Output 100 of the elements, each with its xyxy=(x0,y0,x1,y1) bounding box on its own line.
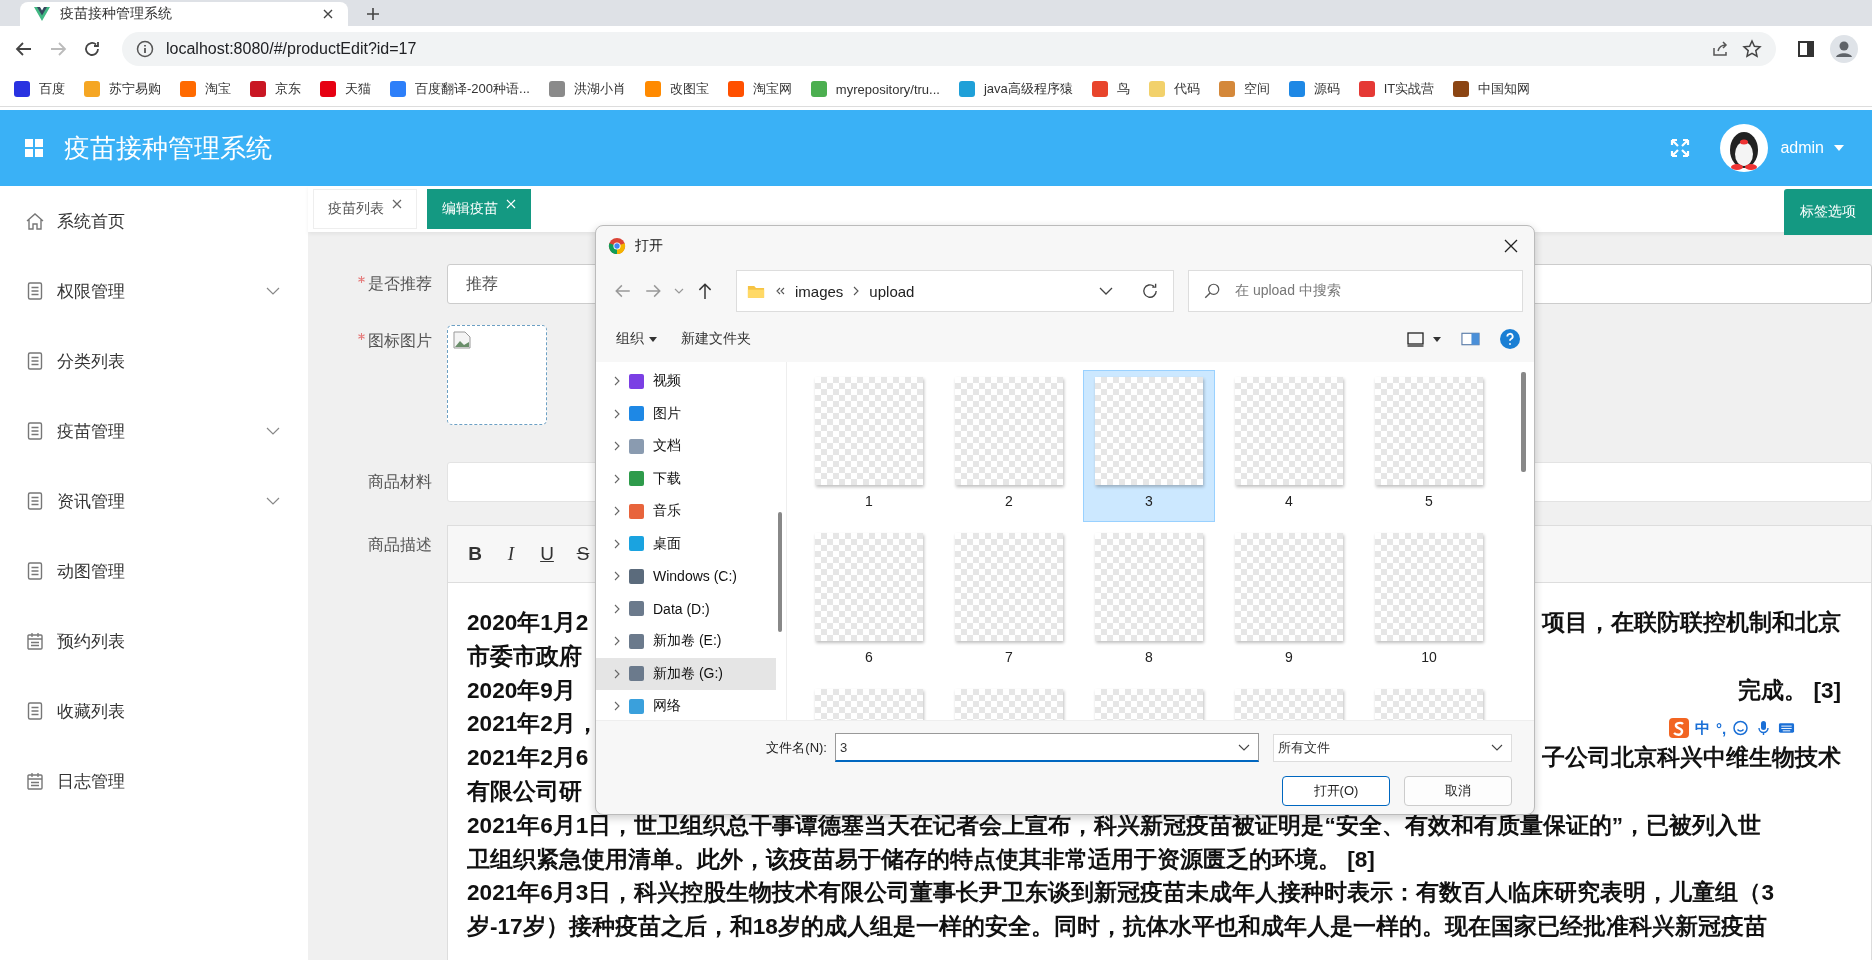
page-tab[interactable]: 疫苗列表 xyxy=(313,189,417,229)
bookmark[interactable]: 京东 xyxy=(248,76,309,102)
keyboard-icon[interactable] xyxy=(1778,720,1796,736)
open-button[interactable]: 打开(O) xyxy=(1282,776,1390,806)
sidebar-item[interactable]: 日志管理 xyxy=(0,746,308,816)
chevron-right-icon[interactable] xyxy=(614,701,620,712)
sidebar-item[interactable]: 疫苗管理 xyxy=(0,396,308,466)
file-item[interactable]: 1 xyxy=(803,370,935,522)
search-field[interactable]: 在 upload 中搜索 xyxy=(1188,270,1523,312)
chevron-right-icon[interactable] xyxy=(614,603,620,614)
file-item[interactable]: 3 xyxy=(1083,370,1215,522)
sidebar-item[interactable]: 动图管理 xyxy=(0,536,308,606)
ime-mode[interactable]: 中 xyxy=(1695,718,1710,738)
format-button[interactable]: B xyxy=(462,539,488,569)
share-icon[interactable] xyxy=(1710,39,1730,59)
navigation-item[interactable]: 文档 xyxy=(596,430,786,463)
bookmark[interactable]: 空间 xyxy=(1216,76,1278,102)
bookmark[interactable]: 天猫 xyxy=(318,76,379,102)
new-folder-button[interactable]: 新建文件夹 xyxy=(679,328,753,350)
format-button[interactable]: S xyxy=(570,539,596,569)
up-arrow-icon[interactable] xyxy=(696,282,714,300)
sidebar-item[interactable]: 权限管理 xyxy=(0,256,308,326)
browser-tab[interactable]: 疫苗接种管理系统 xyxy=(20,2,348,26)
file-item[interactable]: 7 xyxy=(943,526,1075,678)
chevron-down-icon[interactable] xyxy=(1238,743,1250,751)
file-item[interactable]: 10 xyxy=(1363,526,1495,678)
bookmark[interactable]: 百度翻译-200种语... xyxy=(388,76,538,102)
file-item[interactable]: 2 xyxy=(943,370,1075,522)
ime-punctuation[interactable]: °, xyxy=(1716,719,1727,737)
reload-icon[interactable] xyxy=(82,39,102,59)
file-item[interactable]: 9 xyxy=(1223,526,1355,678)
bookmark[interactable]: 代码 xyxy=(1146,76,1208,102)
navigation-item[interactable]: 图片 xyxy=(596,397,786,430)
close-icon[interactable] xyxy=(1504,239,1518,253)
help-icon[interactable] xyxy=(1500,329,1520,349)
avatar-icon[interactable] xyxy=(1720,124,1769,172)
star-icon[interactable] xyxy=(1742,39,1762,59)
sidebar-item[interactable]: 收藏列表 xyxy=(0,676,308,746)
file-item[interactable]: 4 xyxy=(1223,370,1355,522)
path-bar[interactable]: images upload xyxy=(736,270,1174,312)
new-tab-icon[interactable] xyxy=(366,7,380,21)
file-item[interactable]: 8 xyxy=(1083,526,1215,678)
bookmark[interactable]: 苏宁易购 xyxy=(82,76,169,102)
bookmark[interactable]: 源码 xyxy=(1286,76,1348,102)
file-type-dropdown[interactable]: 所有文件 xyxy=(1273,733,1512,762)
tab-options-button[interactable]: 标签选项 xyxy=(1784,189,1872,235)
breadcrumb[interactable]: images xyxy=(795,282,844,300)
scrollbar[interactable] xyxy=(1521,372,1526,472)
navigation-item[interactable]: 桌面 xyxy=(596,527,786,560)
format-button[interactable]: I xyxy=(498,539,524,569)
chevron-right-icon[interactable] xyxy=(614,408,620,419)
navigation-item[interactable]: Windows (C:) xyxy=(596,560,786,593)
file-item[interactable]: 5 xyxy=(1363,370,1495,522)
bookmark[interactable]: IT实战营 xyxy=(1356,76,1443,102)
navigation-item[interactable]: 新加卷 (G:) xyxy=(596,657,776,690)
forward-icon[interactable] xyxy=(644,282,662,300)
breadcrumb[interactable]: upload xyxy=(869,282,915,300)
bookmark[interactable]: 淘宝 xyxy=(178,76,239,102)
chevron-right-icon[interactable] xyxy=(614,636,620,647)
refresh-icon[interactable] xyxy=(1141,282,1159,300)
view-icon[interactable] xyxy=(1406,331,1425,347)
navigation-item[interactable]: 音乐 xyxy=(596,495,786,528)
caret-icon[interactable] xyxy=(1433,336,1441,342)
navigation-item[interactable]: 网络 xyxy=(596,690,786,720)
bookmark[interactable]: 中国知网 xyxy=(1451,76,1539,102)
emoji-icon[interactable] xyxy=(1732,720,1750,736)
bookmark[interactable]: java高级程序猿 xyxy=(956,76,1081,102)
profile-icon[interactable] xyxy=(1830,35,1858,63)
sidebar-item[interactable]: 系统首页 xyxy=(0,186,308,256)
chevron-right-icon[interactable] xyxy=(614,441,620,452)
sidebar-item[interactable]: 预约列表 xyxy=(0,606,308,676)
file-item[interactable]: 6 xyxy=(803,526,935,678)
address-bar[interactable]: localhost:8080/#/productEdit?id=17 xyxy=(122,32,1776,66)
bookmark[interactable]: 百度 xyxy=(12,76,73,102)
image-upload-box[interactable] xyxy=(447,325,547,425)
format-button[interactable]: U xyxy=(534,539,560,569)
bookmark[interactable]: 鸟 xyxy=(1089,76,1138,102)
filename-field[interactable]: 3 xyxy=(835,733,1259,762)
navigation-item[interactable]: 视频 xyxy=(596,365,786,398)
page-tab[interactable]: 编辑疫苗 xyxy=(427,189,531,229)
bookmark[interactable]: 改图宝 xyxy=(642,76,717,102)
navigation-item[interactable]: Data (D:) xyxy=(596,592,786,625)
close-icon[interactable] xyxy=(322,8,334,20)
side-panel-icon[interactable] xyxy=(1796,39,1816,59)
chevron-right-icon[interactable] xyxy=(614,668,620,679)
sidebar-item[interactable]: 分类列表 xyxy=(0,326,308,396)
chevron-right-icon[interactable] xyxy=(614,376,620,387)
chevron-down-icon[interactable] xyxy=(1099,287,1113,295)
navigation-item[interactable]: 下载 xyxy=(596,462,786,495)
chevron-right-icon[interactable] xyxy=(614,571,620,582)
chevron-right-icon[interactable] xyxy=(614,538,620,549)
bookmark[interactable]: 淘宝网 xyxy=(725,76,800,102)
navigation-item[interactable]: 新加卷 (E:) xyxy=(596,625,786,658)
chevron-right-icon[interactable] xyxy=(614,506,620,517)
organize-menu[interactable]: 组织 xyxy=(614,328,659,350)
chevron-right-icon[interactable] xyxy=(614,473,620,484)
sidebar-item[interactable]: 资讯管理 xyxy=(0,466,308,536)
bookmark[interactable]: 洪湖小肖 xyxy=(546,76,634,102)
cancel-button[interactable]: 取消 xyxy=(1404,776,1512,806)
preview-pane-icon[interactable] xyxy=(1461,331,1480,347)
